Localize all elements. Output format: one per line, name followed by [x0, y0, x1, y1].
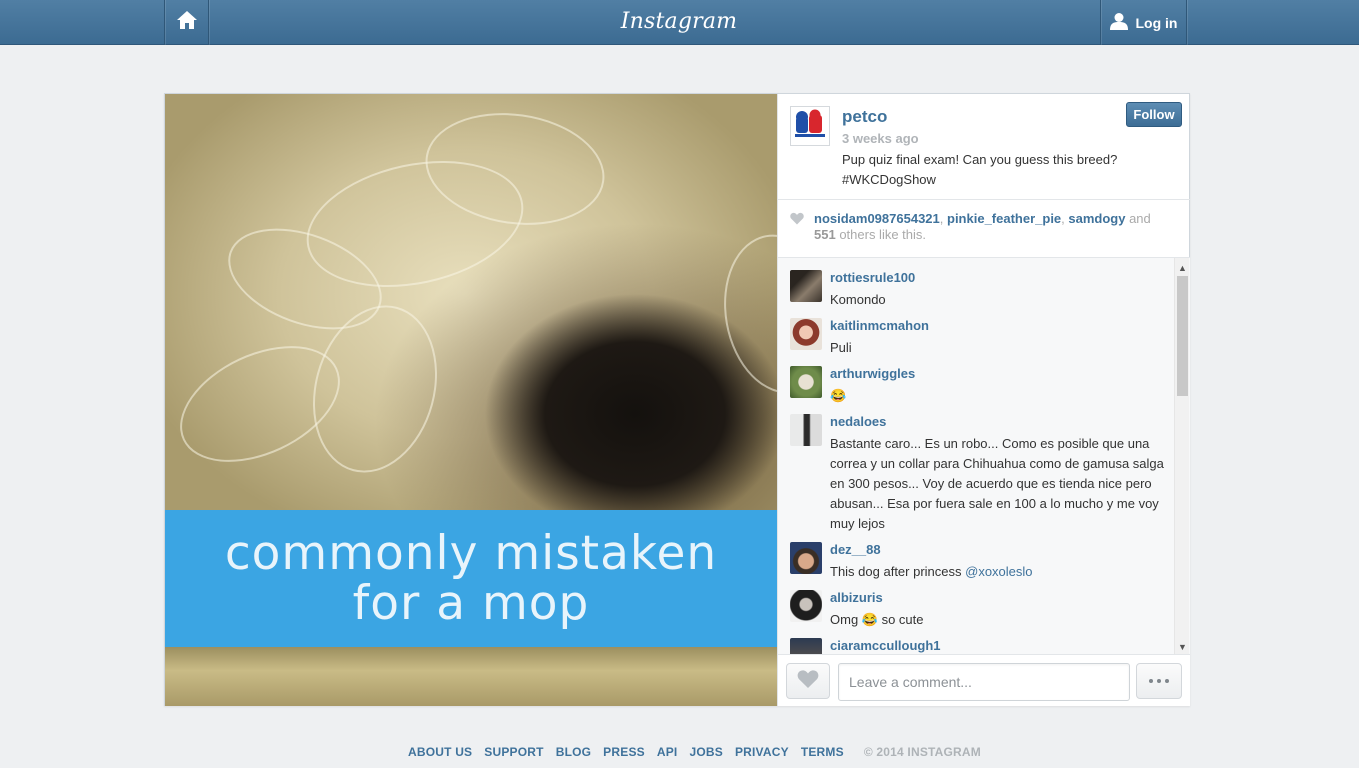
comment-text: Komondo: [830, 292, 886, 307]
comment-username[interactable]: arthurwiggles: [830, 366, 915, 381]
home-button[interactable]: [164, 0, 209, 45]
avatar[interactable]: [790, 590, 822, 622]
caption-hashtag[interactable]: #WKCDogShow: [842, 170, 1172, 190]
home-icon: [176, 10, 198, 35]
post-caption: Pup quiz final exam! Can you guess this …: [842, 150, 1172, 190]
comment-username[interactable]: albizuris: [830, 590, 883, 605]
comment-username[interactable]: ciaramccullough1: [830, 638, 941, 653]
fur-strand: [711, 225, 777, 403]
follow-button[interactable]: Follow: [1126, 102, 1182, 127]
more-dot-icon: [1149, 679, 1153, 683]
post-timestamp[interactable]: 3 weeks ago: [842, 131, 919, 146]
avatar[interactable]: [790, 318, 822, 350]
scroll-up-arrow-icon[interactable]: ▲: [1175, 260, 1190, 275]
banner-line-2: for a mop: [352, 575, 590, 631]
banner-line-1: commonly mistaken: [224, 525, 718, 581]
comment-text: Bastante caro... Es un robo... Como es p…: [830, 436, 1164, 531]
comments-list[interactable]: rottiesrule100 Komondo kaitlinmcmahon Pu…: [778, 258, 1190, 654]
scroll-thumb[interactable]: [1177, 276, 1188, 396]
footer-link-support[interactable]: SUPPORT: [484, 745, 543, 761]
comment-text: 😂: [830, 388, 847, 403]
comment-input[interactable]: [838, 663, 1130, 701]
liker-link[interactable]: nosidam0987654321: [814, 211, 940, 226]
avatar[interactable]: [790, 638, 822, 654]
post-author-username[interactable]: petco: [842, 107, 887, 127]
more-options-button[interactable]: [1136, 663, 1182, 699]
top-nav-bar: Instagram Log in: [0, 0, 1359, 45]
post-author-header: petco 3 weeks ago Pup quiz final exam! C…: [778, 94, 1190, 200]
comment-username[interactable]: rottiesrule100: [830, 270, 915, 285]
footer-link-terms[interactable]: TERMS: [801, 745, 844, 761]
post-card: commonly mistaken for a mop petco 3 week…: [164, 93, 1190, 706]
comment-compose-bar: [778, 654, 1190, 706]
photo-lower-fur: [165, 647, 777, 706]
comment-username[interactable]: dez__88: [830, 542, 881, 557]
comment-text: This dog after princess @xoxoleslo: [830, 564, 1033, 579]
login-button[interactable]: Log in: [1100, 0, 1187, 45]
user-icon: [1109, 12, 1128, 33]
avatar[interactable]: [790, 414, 822, 446]
heart-icon: [790, 212, 804, 229]
liker-link[interactable]: pinkie_feather_pie: [947, 211, 1061, 226]
avatar[interactable]: [790, 366, 822, 398]
footer-link-jobs[interactable]: JOBS: [689, 745, 722, 761]
comment-text: Omg 😂 so cute: [830, 612, 924, 627]
avatar[interactable]: [790, 270, 822, 302]
heart-icon: [797, 669, 819, 694]
comment-username[interactable]: nedaloes: [830, 414, 886, 429]
petco-logo-icon: [793, 109, 827, 144]
likes-text: nosidam0987654321, pinkie_feather_pie, s…: [814, 211, 1151, 242]
footer-link-blog[interactable]: BLOG: [556, 745, 591, 761]
caption-line-1: Pup quiz final exam! Can you guess this …: [842, 152, 1118, 167]
more-dot-icon: [1165, 679, 1169, 683]
photo-banner: commonly mistaken for a mop: [165, 510, 777, 647]
more-dot-icon: [1157, 679, 1161, 683]
copyright-text: © 2014 INSTAGRAM: [863, 745, 981, 759]
login-label: Log in: [1135, 14, 1178, 31]
liker-link[interactable]: samdogy: [1068, 211, 1125, 226]
like-button[interactable]: [786, 663, 830, 699]
footer-link-about[interactable]: ABOUT US: [408, 745, 472, 761]
footer-links: ABOUT US SUPPORT BLOG PRESS API JOBS PRI…: [408, 745, 981, 761]
post-side-panel: petco 3 weeks ago Pup quiz final exam! C…: [777, 94, 1190, 706]
footer-link-privacy[interactable]: PRIVACY: [735, 745, 789, 761]
footer-link-api[interactable]: API: [657, 745, 678, 761]
instagram-logo[interactable]: Instagram: [579, 5, 779, 39]
avatar[interactable]: [790, 542, 822, 574]
comment-text: Puli: [830, 340, 852, 355]
footer-link-press[interactable]: PRESS: [603, 745, 645, 761]
comments-scrollbar[interactable]: ▲ ▼: [1174, 258, 1189, 654]
likes-summary: nosidam0987654321, pinkie_feather_pie, s…: [778, 200, 1190, 258]
comment-username[interactable]: kaitlinmcmahon: [830, 318, 929, 333]
avatar[interactable]: [790, 106, 830, 146]
scroll-down-arrow-icon[interactable]: ▼: [1175, 639, 1190, 654]
likes-count: 551: [814, 227, 836, 242]
post-photo[interactable]: commonly mistaken for a mop: [165, 94, 777, 706]
mention-link[interactable]: @xoxoleslo: [965, 564, 1032, 579]
